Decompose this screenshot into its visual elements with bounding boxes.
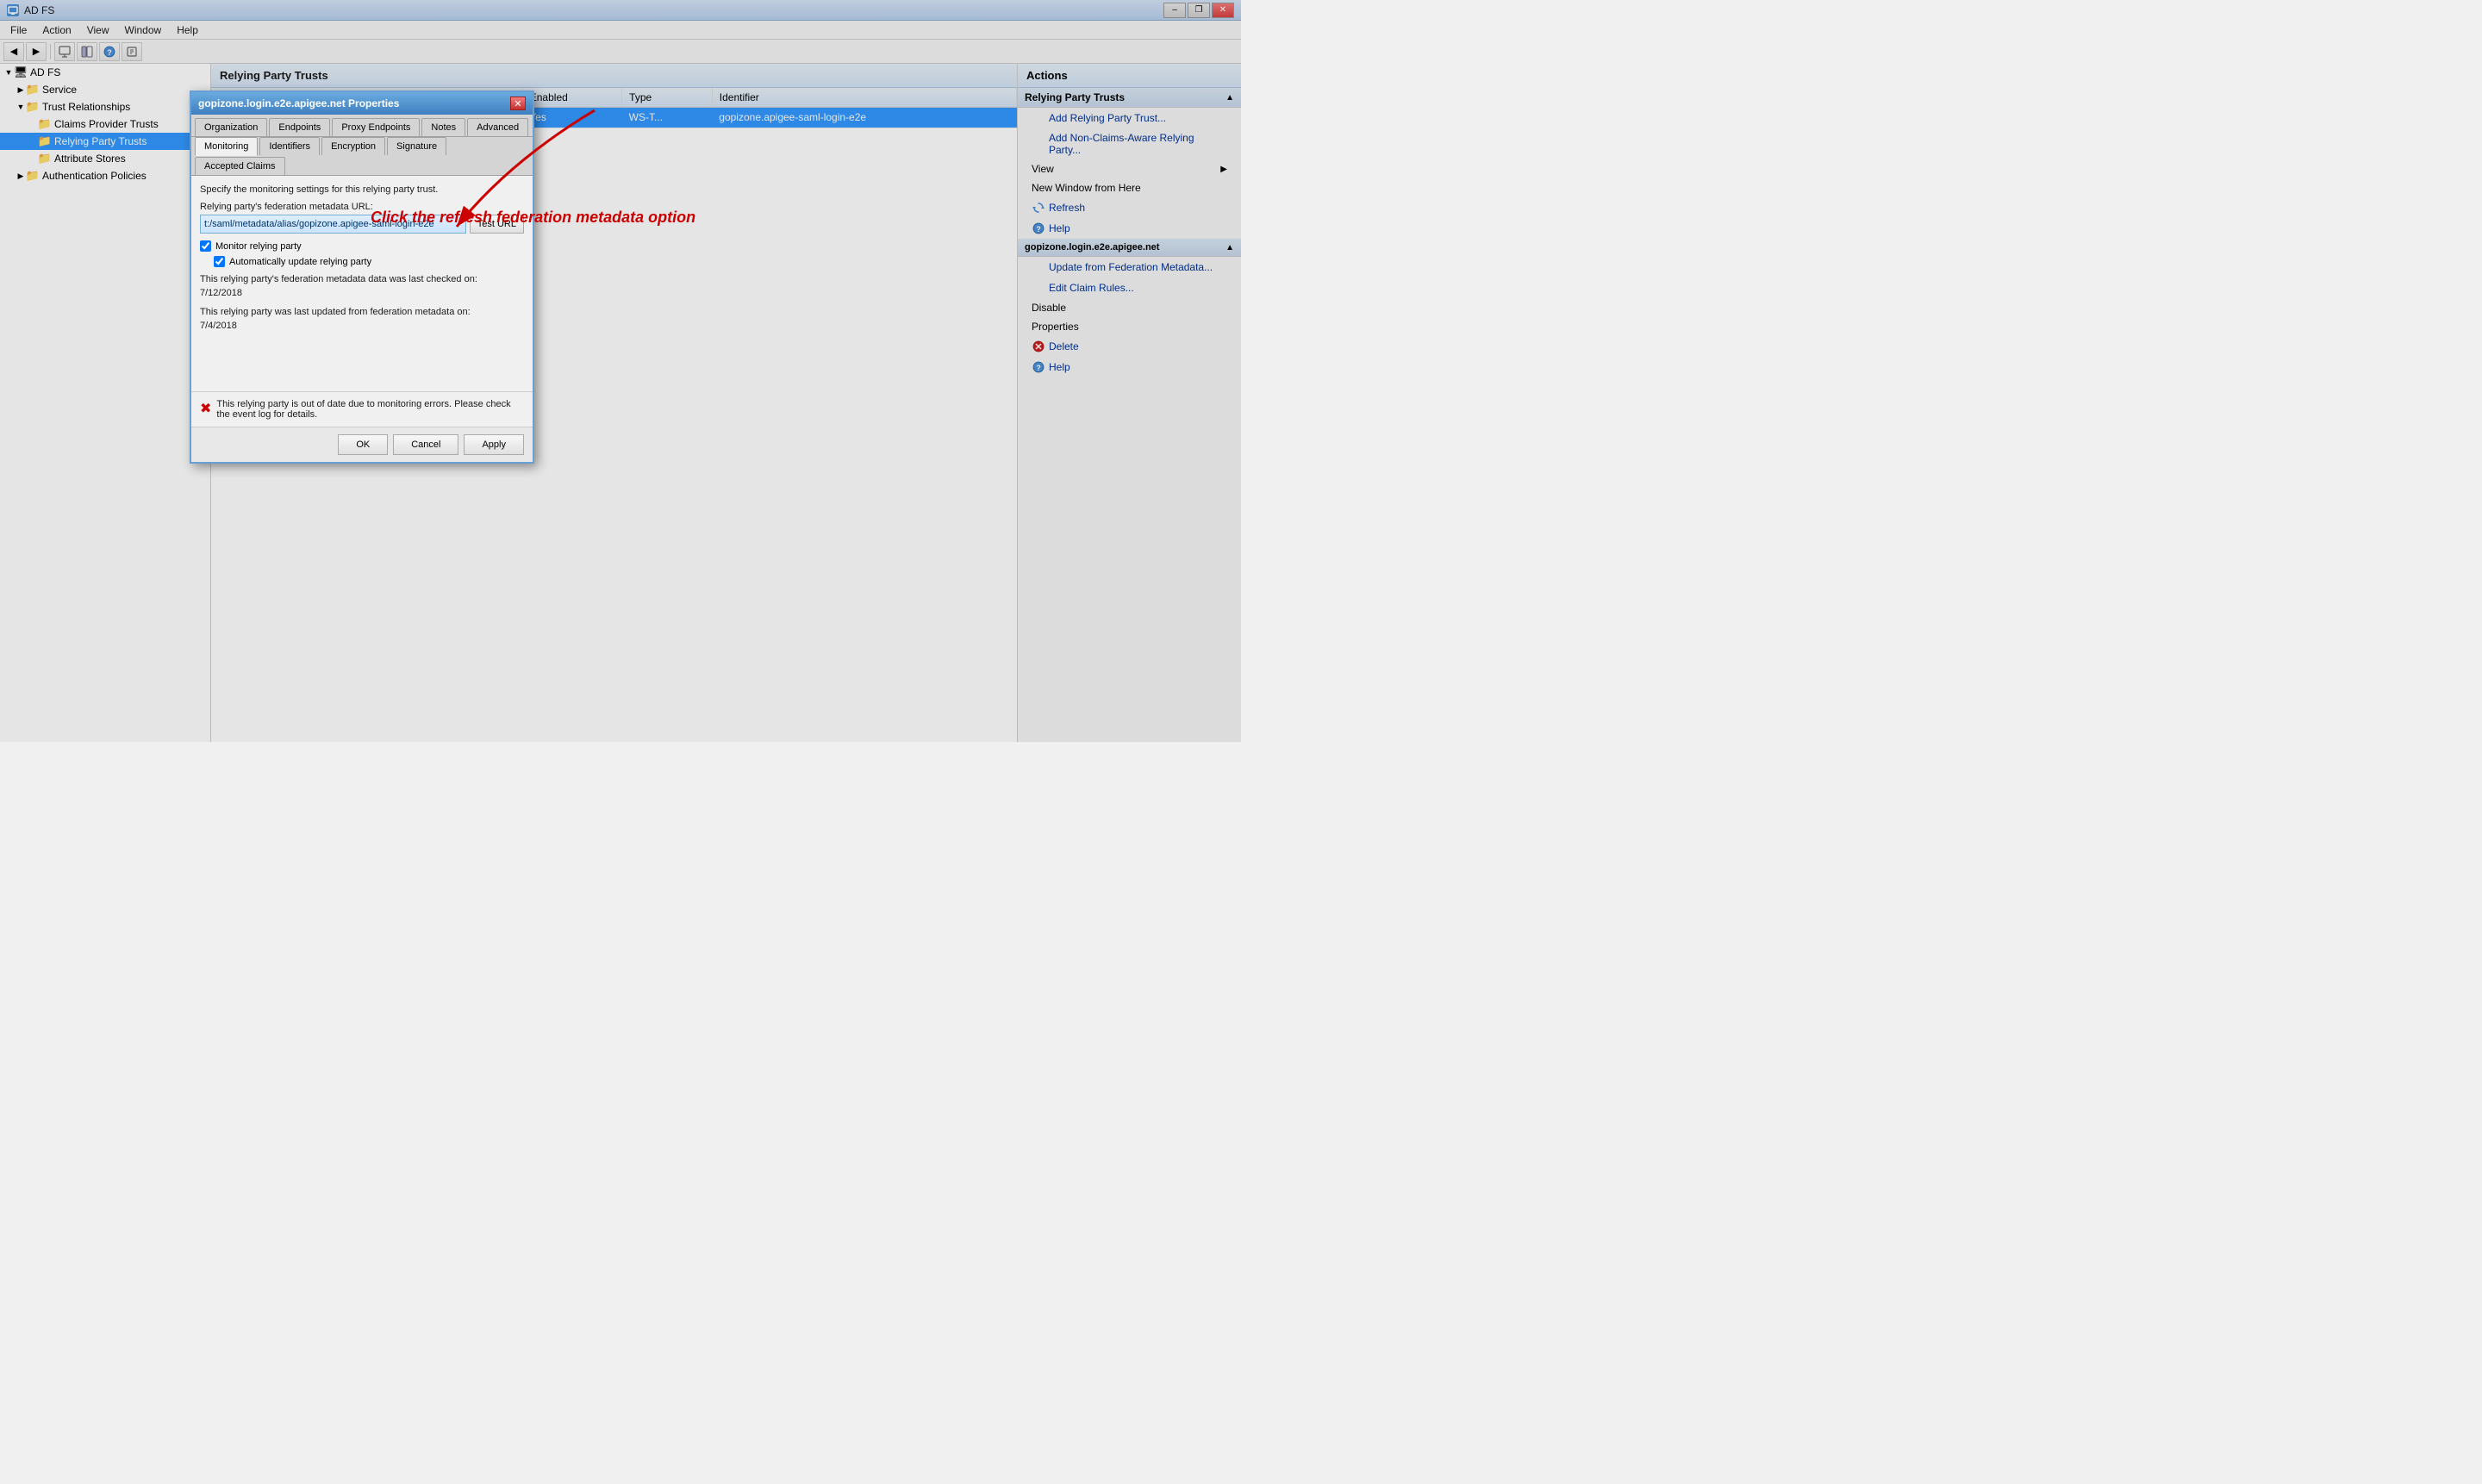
last-updated-label: This relying party was last updated from… bbox=[200, 307, 524, 317]
tab-identifiers[interactable]: Identifiers bbox=[259, 137, 320, 155]
dialog-url-label: Relying party's federation metadata URL: bbox=[200, 202, 524, 212]
cancel-button[interactable]: Cancel bbox=[393, 434, 458, 455]
tab-proxy-endpoints[interactable]: Proxy Endpoints bbox=[332, 118, 420, 136]
dialog-title-bar: gopizone.login.e2e.apigee.net Properties… bbox=[191, 92, 533, 115]
dialog-tabs: Organization Endpoints Proxy Endpoints N… bbox=[191, 115, 533, 137]
dialog-overlay: gopizone.login.e2e.apigee.net Properties… bbox=[0, 0, 1241, 742]
tab-accepted-claims[interactable]: Accepted Claims bbox=[195, 157, 285, 175]
dialog-tabs-row2: Monitoring Identifiers Encryption Signat… bbox=[191, 137, 533, 176]
url-row: Test URL bbox=[200, 215, 524, 234]
dialog-error-row: ✖ This relying party is out of date due … bbox=[191, 391, 533, 427]
dialog-footer: OK Cancel Apply bbox=[191, 427, 533, 462]
tab-encryption[interactable]: Encryption bbox=[321, 137, 385, 155]
last-checked-date: 7/12/2018 bbox=[200, 288, 524, 298]
monitor-label: Monitor relying party bbox=[215, 241, 302, 252]
dialog-title: gopizone.login.e2e.apigee.net Properties bbox=[198, 97, 399, 109]
tab-advanced[interactable]: Advanced bbox=[467, 118, 528, 136]
ok-button[interactable]: OK bbox=[338, 434, 388, 455]
tab-notes[interactable]: Notes bbox=[421, 118, 465, 136]
apply-button[interactable]: Apply bbox=[464, 434, 524, 455]
tab-monitoring[interactable]: Monitoring bbox=[195, 137, 258, 156]
last-updated-date: 7/4/2018 bbox=[200, 321, 524, 331]
test-url-button[interactable]: Test URL bbox=[470, 215, 524, 234]
tab-signature[interactable]: Signature bbox=[387, 137, 446, 155]
properties-dialog: gopizone.login.e2e.apigee.net Properties… bbox=[190, 90, 534, 464]
last-checked-label: This relying party's federation metadata… bbox=[200, 274, 524, 284]
dialog-close-button[interactable]: ✕ bbox=[510, 97, 526, 110]
tab-endpoints[interactable]: Endpoints bbox=[269, 118, 330, 136]
tab-organization[interactable]: Organization bbox=[195, 118, 267, 136]
dialog-error-icon: ✖ bbox=[200, 400, 211, 417]
monitor-checkbox-row: Monitor relying party bbox=[200, 240, 524, 252]
autoupdate-label: Automatically update relying party bbox=[229, 257, 371, 267]
monitor-checkbox[interactable] bbox=[200, 240, 211, 252]
autoupdate-checkbox[interactable] bbox=[214, 256, 225, 267]
federation-url-input[interactable] bbox=[200, 215, 466, 234]
dialog-error-text: This relying party is out of date due to… bbox=[216, 399, 524, 420]
dialog-body: Specify the monitoring settings for this… bbox=[191, 176, 533, 427]
dialog-desc: Specify the monitoring settings for this… bbox=[200, 184, 524, 195]
autoupdate-checkbox-row: Automatically update relying party bbox=[214, 256, 524, 267]
